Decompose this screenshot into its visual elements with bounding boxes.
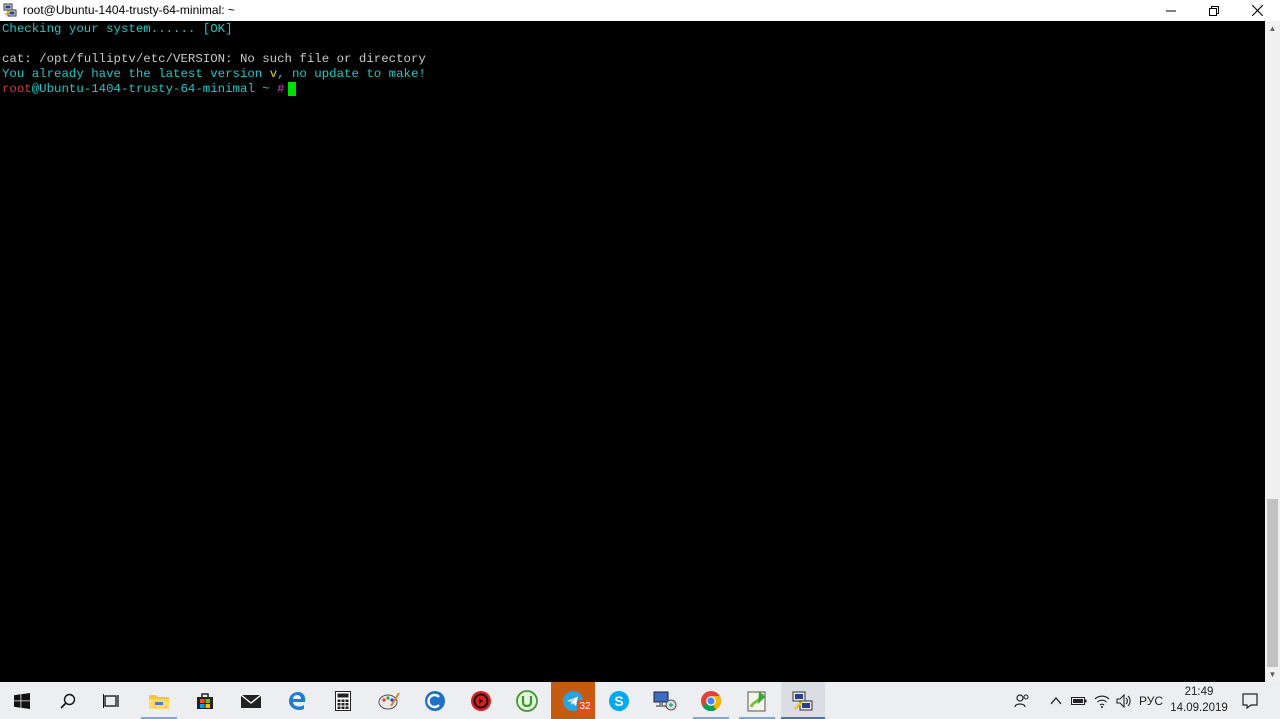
notepad-plus-icon xyxy=(747,690,766,711)
taskbar-calculator[interactable] xyxy=(321,682,365,719)
taskbar: 32 S РУС 21:49 14.09.2019 xyxy=(0,682,1280,719)
file-explorer-icon xyxy=(149,694,169,709)
taskbar-ccleaner[interactable] xyxy=(413,682,457,719)
clock-time: 21:49 xyxy=(1184,686,1214,698)
telegram-badge: 32 xyxy=(577,700,593,714)
prompt-host: @Ubuntu-1404-trusty-64-minimal ~ xyxy=(31,82,278,96)
close-icon xyxy=(1252,5,1263,16)
store-icon xyxy=(197,692,213,709)
notification-icon xyxy=(1242,692,1258,709)
volume-button[interactable] xyxy=(1113,682,1135,719)
wifi-icon xyxy=(1094,695,1110,708)
chrome-icon xyxy=(701,690,722,711)
paint-icon xyxy=(378,691,400,709)
taskbar-red-app[interactable] xyxy=(459,682,503,719)
taskbar-notepad-plus[interactable] xyxy=(735,682,779,719)
people-button[interactable] xyxy=(1008,682,1036,719)
search-button[interactable] xyxy=(46,682,90,719)
restore-icon xyxy=(1208,5,1219,16)
skype-icon: S xyxy=(609,690,629,711)
mail-icon xyxy=(240,693,262,708)
restore-button[interactable] xyxy=(1191,0,1236,21)
terminal-area[interactable]: Checking your system...... [OK] cat: /op… xyxy=(0,21,1265,682)
minimize-icon xyxy=(1165,10,1176,11)
taskbar-skype[interactable]: S xyxy=(597,682,641,719)
terminal-line-check: Checking your system...... [OK] xyxy=(2,22,233,36)
prompt-symbol: # xyxy=(277,82,285,96)
terminal-line-update: You already have the latest version v, n… xyxy=(2,67,426,82)
taskbar-network-computer[interactable] xyxy=(643,682,687,719)
terminal-line-error: cat: /opt/fulliptv/etc/VERSION: No such … xyxy=(2,52,426,66)
scroll-thumb[interactable] xyxy=(1267,499,1278,667)
wifi-button[interactable] xyxy=(1091,682,1113,719)
putty-icon xyxy=(3,3,17,17)
taskbar-putty[interactable] xyxy=(781,682,825,719)
volume-icon xyxy=(1116,693,1131,708)
prompt-user: root xyxy=(2,82,32,96)
taskbar-mail[interactable] xyxy=(229,682,273,719)
task-view-button[interactable] xyxy=(90,682,134,719)
search-icon xyxy=(60,693,76,709)
language-indicator[interactable]: РУС xyxy=(1136,682,1166,719)
network-computer-icon xyxy=(653,691,677,710)
scroll-up-arrow-icon[interactable]: ▲ xyxy=(1265,21,1280,36)
update-text-end: , no update to make! xyxy=(277,67,426,81)
taskbar-file-explorer[interactable] xyxy=(137,682,181,719)
vertical-scrollbar[interactable]: ▲ ▼ xyxy=(1265,21,1280,682)
close-button[interactable] xyxy=(1235,0,1280,21)
battery-icon xyxy=(1071,696,1087,705)
window-title: root@Ubuntu-1404-trusty-64-minimal: ~ xyxy=(23,3,235,17)
action-center-button[interactable] xyxy=(1236,682,1264,719)
svg-text:S: S xyxy=(614,693,623,709)
start-button[interactable] xyxy=(0,682,44,719)
red-app-icon xyxy=(471,690,491,711)
minimize-button[interactable] xyxy=(1148,0,1193,21)
update-text-start: You already have the latest version xyxy=(2,67,270,81)
utorrent-icon xyxy=(516,689,538,712)
edge-icon xyxy=(289,691,306,710)
taskbar-chrome[interactable] xyxy=(689,682,733,719)
task-view-icon xyxy=(103,693,119,708)
system-clock[interactable]: 21:49 14.09.2019 xyxy=(1168,684,1230,716)
chevron-up-icon xyxy=(1050,696,1062,704)
taskbar-paint[interactable] xyxy=(367,682,411,719)
terminal-prompt: root@Ubuntu-1404-trusty-64-minimal ~ # xyxy=(2,82,296,97)
text-cursor xyxy=(287,82,296,96)
calculator-icon xyxy=(335,690,351,711)
battery-button[interactable] xyxy=(1068,682,1090,719)
taskbar-telegram[interactable]: 32 xyxy=(551,682,595,719)
taskbar-store[interactable] xyxy=(183,682,227,719)
windows-start-icon xyxy=(14,692,30,709)
version-text: v xyxy=(269,67,278,81)
putty-icon xyxy=(792,691,813,710)
clock-date: 14.09.2019 xyxy=(1170,702,1228,714)
title-bar[interactable]: root@Ubuntu-1404-trusty-64-minimal: ~ xyxy=(0,0,1280,21)
scroll-down-arrow-icon[interactable]: ▼ xyxy=(1265,667,1280,682)
ccleaner-icon xyxy=(425,690,445,711)
taskbar-edge[interactable] xyxy=(275,682,319,719)
people-icon xyxy=(1014,693,1029,707)
show-hidden-icons-button[interactable] xyxy=(1045,682,1067,719)
taskbar-utorrent[interactable] xyxy=(505,682,549,719)
